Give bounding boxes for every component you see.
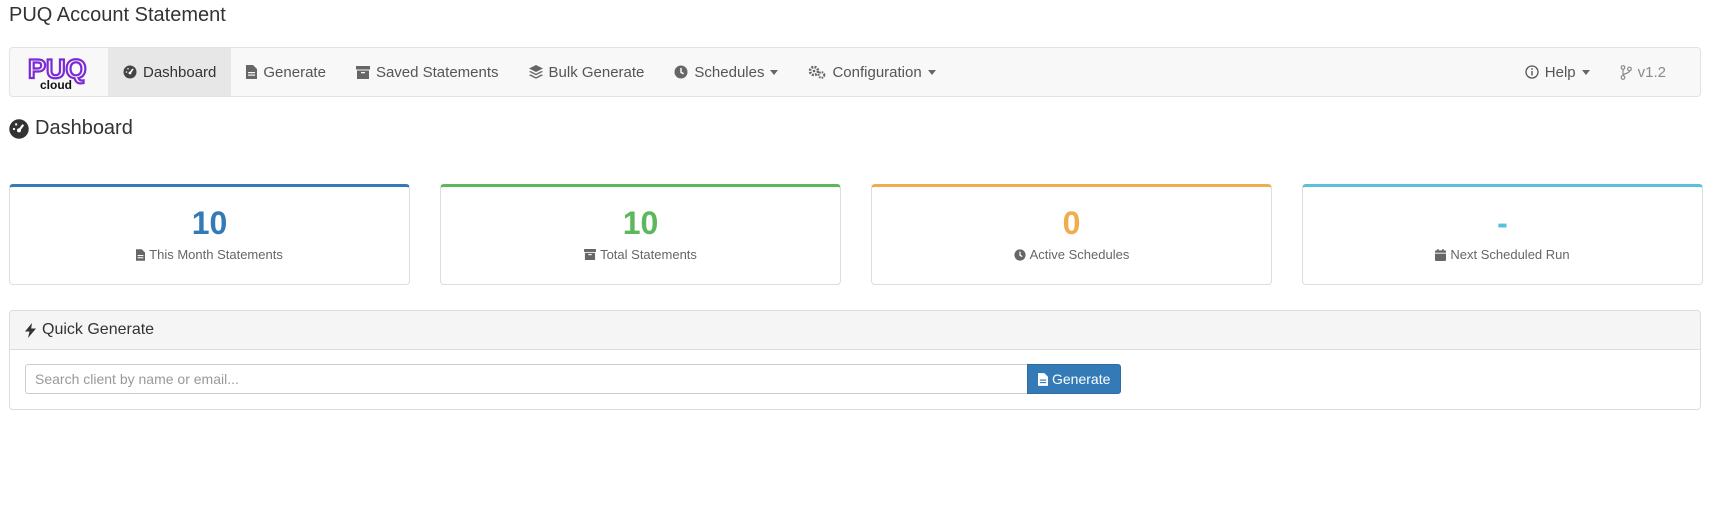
version-label: v1.2 — [1637, 63, 1666, 81]
file-icon — [1038, 372, 1048, 386]
nav-schedules-label: Schedules — [694, 63, 765, 81]
file-icon — [136, 248, 146, 261]
panel-title: Quick Generate — [42, 321, 155, 338]
nav-help-dropdown[interactable]: Help — [1510, 48, 1605, 96]
stat-label-row: This Month Statements — [10, 247, 409, 262]
section-heading-label: Dashboard — [35, 117, 133, 139]
stat-card-this-month: 10 This Month Statements — [9, 184, 410, 285]
gears-icon — [809, 65, 826, 79]
generate-button-label: Generate — [1052, 371, 1111, 387]
nav-dashboard-label: Dashboard — [143, 63, 217, 81]
page-title: PUQ Account Statement — [9, 4, 226, 26]
nav-dashboard[interactable]: Dashboard — [108, 48, 232, 96]
stat-label-row: Active Schedules — [872, 247, 1271, 262]
clock-icon — [674, 65, 688, 79]
chevron-down-icon — [927, 69, 936, 75]
stat-value: 10 — [191, 205, 228, 241]
nav-configuration-dropdown[interactable]: Configuration — [793, 48, 950, 96]
brand-logo[interactable]: PUQ cloud — [10, 48, 108, 96]
stat-label: Total Statements — [600, 247, 697, 262]
client-search-input[interactable] — [25, 364, 1027, 394]
calendar-icon — [1435, 248, 1447, 261]
stat-value: - — [1497, 205, 1508, 241]
puq-cloud-logo: PUQ cloud — [27, 53, 88, 92]
info-icon — [1525, 65, 1539, 79]
stat-value: 10 — [622, 205, 659, 241]
nav-saved-statements-label: Saved Statements — [375, 63, 499, 81]
stat-label: This Month Statements — [149, 247, 283, 262]
nav-version[interactable]: v1.2 — [1605, 48, 1700, 96]
nav-configuration-label: Configuration — [832, 63, 922, 81]
panel-heading: Quick Generate — [10, 311, 1700, 350]
nav-schedules-dropdown[interactable]: Schedules — [659, 48, 793, 96]
nav-saved-statements[interactable]: Saved Statements — [341, 48, 514, 96]
section-heading: Dashboard — [9, 117, 133, 140]
chevron-down-icon — [770, 69, 779, 75]
dashboard-icon — [9, 118, 29, 139]
stat-label-row: Next Scheduled Run — [1303, 247, 1702, 262]
quick-generate-panel: Quick Generate Generate — [9, 310, 1701, 410]
nav-bulk-generate[interactable]: Bulk Generate — [514, 48, 660, 96]
file-icon — [246, 65, 258, 79]
top-navbar: PUQ cloud Dashboard Generate Saved State… — [9, 47, 1701, 97]
chevron-down-icon — [1581, 69, 1590, 75]
stat-value: 0 — [1062, 205, 1081, 241]
code-branch-icon — [1620, 64, 1632, 80]
generate-button[interactable]: Generate — [1027, 364, 1122, 394]
stat-card-total: 10 Total Statements — [440, 184, 841, 285]
svg-text:cloud: cloud — [40, 78, 72, 92]
stat-label-row: Total Statements — [441, 247, 840, 262]
nav-bulk-generate-label: Bulk Generate — [548, 63, 645, 81]
clock-icon — [1014, 248, 1026, 261]
stat-label: Active Schedules — [1029, 247, 1130, 262]
stat-label: Next Scheduled Run — [1450, 247, 1570, 262]
archive-icon — [355, 65, 370, 79]
nav-generate[interactable]: Generate — [231, 48, 341, 96]
bolt-icon — [25, 322, 36, 338]
layers-icon — [528, 65, 543, 79]
nav-help-label: Help — [1544, 63, 1576, 81]
stat-card-active-schedules: 0 Active Schedules — [871, 184, 1272, 285]
archive-icon — [584, 249, 597, 260]
stat-card-next-run: - Next Scheduled Run — [1302, 184, 1703, 285]
panel-body: Generate — [10, 350, 1700, 394]
dashboard-icon — [123, 65, 137, 79]
nav-generate-label: Generate — [263, 63, 326, 81]
